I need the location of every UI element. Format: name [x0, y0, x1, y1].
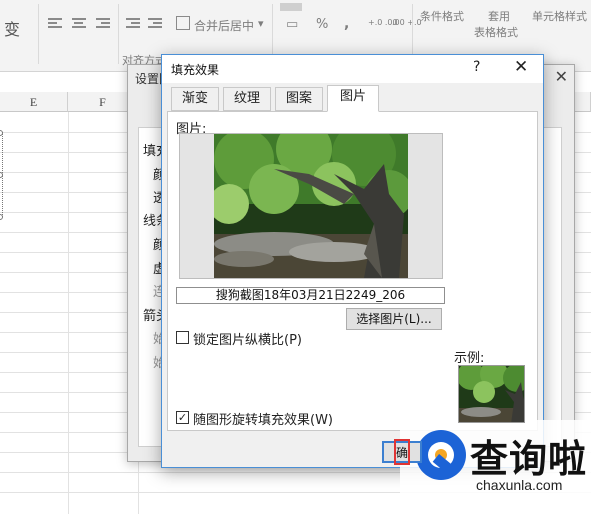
tab-texture[interactable]: 纹理 [223, 87, 271, 111]
lock-aspect-label: 锁定图片纵横比(P) [193, 333, 302, 348]
watermark-brand: 查询啦 [470, 437, 588, 481]
format-table-button-line2[interactable]: 表格格式 [474, 24, 518, 40]
currency-icon[interactable]: ▭ [286, 17, 298, 32]
tab-gradient[interactable]: 渐变 [171, 87, 219, 111]
merge-center-button[interactable]: 合并后居中 [194, 17, 254, 34]
sample-preview [458, 365, 525, 423]
decrease-decimal-button[interactable]: .00 +.0 [392, 18, 422, 27]
dialog-title: 填充效果 [171, 63, 220, 77]
rotate-with-shape-label: 随图形旋转填充效果(W) [193, 413, 333, 428]
format-table-button-line1[interactable]: 套用 [488, 8, 510, 24]
close-icon[interactable]: ✕ [514, 57, 528, 77]
decrease-indent-icon[interactable] [126, 18, 140, 30]
picture-preview [214, 134, 408, 278]
rotate-with-shape-checkbox[interactable]: ✓ [176, 411, 189, 424]
highlight-box [394, 439, 410, 465]
comma-button[interactable]: , [344, 16, 349, 32]
merge-center-icon[interactable] [176, 16, 190, 30]
shape-handle[interactable] [0, 214, 3, 220]
close-icon[interactable]: ✕ [555, 67, 568, 86]
align-left-icon[interactable] [48, 18, 62, 30]
font-fragment[interactable]: 变 [4, 16, 20, 40]
align-center-icon[interactable] [72, 18, 86, 30]
chevron-down-icon[interactable]: ▾ [258, 17, 264, 30]
picture-filename-field: 搜狗截图18年03月21日2249_206 [176, 287, 445, 304]
tab-pattern[interactable]: 图案 [275, 87, 323, 111]
number-format-dropdown[interactable] [280, 3, 302, 11]
sample-label: 示例: [454, 351, 485, 366]
conditional-format-button[interactable]: 条件格式 [420, 8, 464, 24]
sample-tree-picture [459, 366, 524, 422]
ribbon-separator [118, 4, 119, 64]
percent-button[interactable]: % [316, 17, 328, 32]
increase-indent-icon[interactable] [148, 18, 162, 30]
picture-preview-frame [179, 133, 443, 279]
dialog-titlebar[interactable]: 填充效果 ? ✕ [162, 55, 543, 83]
tree-picture [214, 134, 408, 278]
fill-effects-dialog: 填充效果 ? ✕ 渐变 纹理 图案 图片 图片: 搜狗截图18年03月21日22… [161, 54, 544, 468]
help-icon[interactable]: ? [473, 59, 480, 75]
lock-aspect-checkbox[interactable] [176, 331, 189, 344]
align-right-icon[interactable] [96, 18, 110, 30]
cell-styles-button[interactable]: 单元格样式 [532, 8, 587, 24]
ribbon-separator [38, 4, 39, 64]
column-header-e[interactable]: E [0, 92, 68, 112]
watermark: 查询啦 chaxunla.com [400, 420, 591, 514]
tab-picture[interactable]: 图片 [327, 85, 379, 112]
select-picture-button[interactable]: 选择图片(L)... [346, 308, 442, 330]
watermark-url: chaxunla.com [476, 477, 563, 493]
